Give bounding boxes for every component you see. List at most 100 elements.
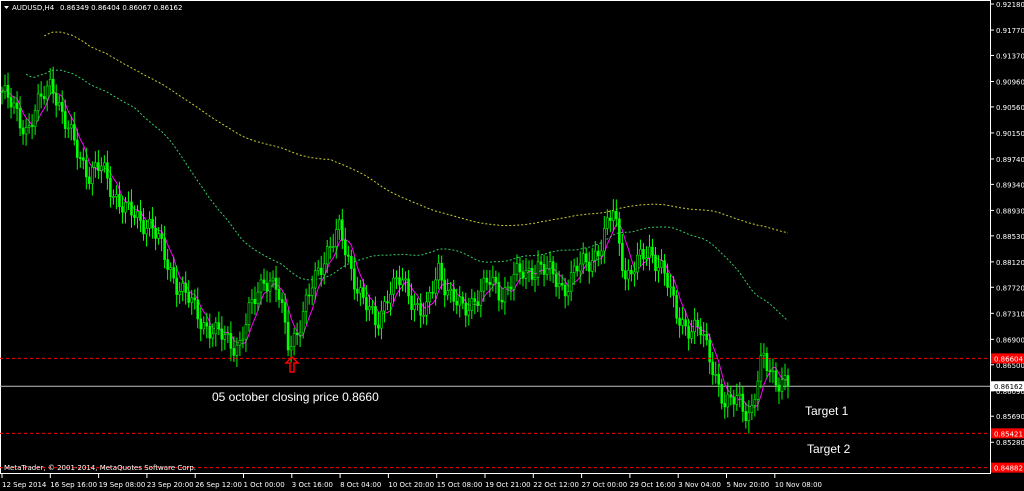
candle-body (407, 278, 410, 297)
candle-body (675, 295, 678, 319)
candle-body (657, 267, 660, 272)
y-tick-label: 0.85280 (996, 439, 1024, 447)
candle-body (711, 361, 715, 375)
candle-body (768, 370, 772, 372)
candle-body (60, 102, 64, 112)
candle-body (645, 257, 648, 260)
candle-body (398, 277, 401, 286)
candle-body (458, 296, 462, 306)
candle-body (729, 394, 733, 398)
candle-body (545, 268, 549, 275)
candle-body (151, 218, 154, 229)
candle-body (741, 393, 745, 412)
candle-body (359, 287, 362, 294)
candle-body (184, 282, 188, 293)
candle-body (747, 412, 751, 422)
candle-body (599, 250, 603, 257)
candle-body (205, 322, 209, 327)
candle-body (30, 125, 34, 127)
candle-body (542, 264, 546, 275)
x-tick-label: 22 Oct 12:00 (533, 481, 579, 489)
candle-body (395, 277, 398, 279)
candle-body (54, 93, 58, 106)
candle-body (377, 324, 380, 329)
candle-body (334, 229, 338, 247)
x-tick-label: 10 Oct 20:00 (388, 481, 434, 489)
candle-body (500, 299, 504, 303)
candle-body (322, 263, 326, 275)
candle-body (515, 263, 519, 275)
candle-body (75, 139, 79, 158)
candle-body (235, 344, 239, 356)
candle-body (518, 263, 522, 273)
candle-body (473, 298, 477, 302)
candle-body (467, 310, 471, 316)
candle-body (569, 272, 573, 292)
candle-body (57, 102, 61, 106)
candle-body (419, 303, 422, 316)
candle-body (109, 177, 112, 197)
candle-body (449, 288, 453, 291)
candle-body (259, 279, 263, 293)
candle-body (380, 310, 383, 329)
y-tick-label: 0.85690 (996, 413, 1024, 421)
candle-body (154, 227, 157, 239)
candle-body (786, 375, 790, 387)
candle-body (503, 287, 507, 303)
candle-body (684, 319, 687, 327)
candle-body (289, 346, 293, 351)
candle-body (69, 124, 73, 129)
candle-body (319, 267, 323, 275)
candle-body (575, 265, 579, 272)
candle-body (301, 311, 305, 334)
candle-body (6, 85, 10, 98)
candle-body (217, 322, 221, 330)
candle-body (220, 328, 224, 340)
candle-body (145, 227, 148, 235)
candle-body (714, 374, 718, 376)
candle-body (295, 332, 299, 336)
candle-body (404, 278, 407, 281)
candle-body (720, 383, 724, 404)
candle-body (416, 303, 419, 305)
x-tick-label: 29 Oct 16:00 (630, 481, 676, 489)
candle-body (371, 306, 374, 308)
candle-body (286, 321, 290, 351)
candle-body (91, 166, 94, 184)
y-tick-label: 0.91770 (996, 27, 1024, 35)
candle-body (392, 277, 395, 295)
candle-body (362, 287, 365, 298)
candle-body (590, 260, 594, 272)
candle-body (660, 260, 663, 268)
x-tick-label: 15 Oct 08:00 (437, 481, 483, 489)
candle-body (389, 294, 392, 304)
x-tick-label: 27 Oct 00:00 (582, 481, 628, 489)
candle-body (491, 276, 495, 285)
candle-body (214, 322, 218, 335)
candle-body (639, 249, 642, 256)
candle-body (759, 355, 763, 382)
candle-body (738, 393, 742, 397)
y-tick-label: 0.88120 (996, 259, 1024, 267)
candle-body (103, 162, 106, 167)
candle-body (142, 220, 145, 235)
candle-body (687, 325, 690, 339)
candle-body (422, 314, 425, 317)
candle-body (527, 267, 531, 271)
copyright-text: MetaTrader, © 2001-2014, MetaQuotes Soft… (4, 464, 196, 472)
x-tick-label: 26 Sep 12:00 (195, 481, 242, 489)
x-tick-label: 12 Sep 2014 (2, 481, 47, 489)
candle-body (596, 250, 600, 257)
candle-body (413, 304, 416, 310)
candle-body (347, 254, 350, 257)
candle-body (316, 267, 320, 271)
price-chart[interactable]: AUDUSD,H4 0.86349 0.86404 0.86067 0.8616… (0, 0, 1024, 491)
candle-body (425, 301, 428, 316)
candle-body (461, 296, 465, 304)
candle-body (563, 284, 567, 297)
candle-body (485, 277, 489, 283)
candle-body (750, 404, 754, 414)
candle-body (735, 395, 739, 405)
candle-body (9, 97, 13, 108)
candle-body (443, 279, 446, 296)
